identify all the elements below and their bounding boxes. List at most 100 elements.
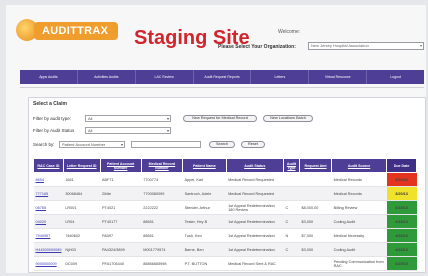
divider: [20, 87, 424, 88]
search-button[interactable]: Search: [209, 141, 235, 148]
nav-letters[interactable]: Letters: [251, 70, 310, 84]
welcome-text: Welcome:: [278, 29, 301, 35]
page: AUDITTRAX Staging Site Welcome: Please S…: [6, 5, 426, 273]
rac-case-id-cell[interactable]: 9000000009: [33, 256, 64, 271]
table-row[interactable]: 9000000009 DC009 PFA1706440 88866665998 P.T.…: [33, 256, 417, 271]
due-date-cell: 3/20/13: [386, 172, 417, 187]
request-amount-cell: [299, 256, 332, 271]
search-by-value: Patient Account Number: [62, 142, 106, 147]
due-date-cell: 4/29/13: [386, 256, 417, 271]
table-row[interactable]: 06765 LR001 PT4021 2222222 Stender, Arthur 1s…: [33, 200, 417, 215]
patient-name-cell: Barne, Ben: [182, 242, 227, 257]
table-row[interactable]: 777165 30068464 2ll4te 7700080099 Santroch, …: [33, 186, 417, 201]
due-date-cell: 3/20/13: [386, 186, 417, 201]
request-amount-cell: [299, 172, 332, 187]
request-amount-cell: $3,000: [299, 242, 332, 257]
org-select-label: Please Select Your Organization:: [218, 44, 296, 50]
audit-status-cell: 1st Appeal Redetermination: [226, 214, 284, 229]
medical-record-number-cell: 2222222: [141, 200, 183, 215]
request-amount-cell: $8,000.00: [299, 200, 332, 215]
patient-name-cell: Tester, Hey B: [182, 214, 227, 229]
letter-request-id-cell: NjH03: [63, 242, 100, 257]
audit-type-filter-select[interactable]: All ▾: [85, 115, 171, 122]
patient-account-number-cell: PT40177: [100, 214, 142, 229]
medical-record-number-cell: 88866665998: [141, 256, 183, 271]
nav-virtual-resource[interactable]: Virtual Resource: [309, 70, 368, 84]
audit-source-cell: Coding Audit: [331, 242, 387, 257]
logo-text: AUDITTRAX: [34, 22, 118, 40]
letter-request-id-cell: 30068464: [63, 186, 100, 201]
rac-case-id-cell[interactable]: 7940957: [33, 228, 64, 243]
patient-account-number-cell: PA4324/3899: [100, 242, 142, 257]
medical-record-number-cell: 7700774: [141, 172, 183, 187]
audittrax-logo[interactable]: AUDITTRAX: [16, 17, 118, 45]
col-header-letter-request-id[interactable]: Letter Request ID: [62, 158, 101, 173]
new-locations-batch-button[interactable]: New Locations Batch: [263, 115, 313, 122]
patient-account-number-cell: PFA1706440: [100, 256, 142, 271]
rac-case-id-cell[interactable]: 777165: [33, 186, 64, 201]
chevron-down-icon: ▾: [419, 43, 422, 48]
table-row[interactable]: H44500009089 NjH03 PA4324/3899 M001779574 Ba…: [33, 242, 417, 257]
search-by-select[interactable]: Patient Account Number ▾: [59, 141, 125, 148]
audit-type-filter-value: All: [88, 116, 93, 121]
audit-type-cell: C: [283, 200, 300, 215]
audit-status-cell: Medical Record Sent & RAC: [226, 256, 284, 271]
chevron-down-icon: ▾: [166, 116, 169, 121]
audit-type-filter-label: Filter by audit type:: [33, 116, 72, 121]
nav-activities-audits[interactable]: Activities Audits: [78, 70, 136, 84]
medical-record-number-cell: M001779574: [141, 242, 183, 257]
col-header-medical-record[interactable]: Medical Record Number: [140, 158, 184, 173]
patient-name-cell: Tush, Ken: [182, 228, 227, 243]
new-request-medical-record-button[interactable]: New Request for Medical Record: [183, 115, 257, 122]
col-header-audit-status[interactable]: Audit Status: [225, 158, 284, 173]
due-date-cell: 4/26/13: [386, 228, 417, 243]
audit-status-cell: 1st Appeal Redetermination 180 Review: [226, 200, 284, 215]
audit-status-filter-value: All: [88, 128, 93, 133]
letter-request-id-cell: LR04: [63, 214, 100, 229]
col-header-audit-source[interactable]: Audit Source: [331, 158, 388, 173]
audit-type-cell: C: [283, 214, 300, 229]
rac-case-id-cell[interactable]: 06765: [33, 200, 64, 215]
audit-status-filter-select[interactable]: All ▾: [85, 127, 171, 134]
audit-source-cell: Coding Audit: [331, 214, 387, 229]
search-input[interactable]: [131, 141, 201, 148]
nav-audit-request-reports[interactable]: Audit Request Reports: [194, 70, 252, 84]
due-date-cell: 4/26/13: [386, 242, 417, 257]
table-row[interactable]: 7940957 7460602 PA097 88651 Tush, Ken 1st App…: [33, 228, 417, 243]
chevron-down-icon: ▾: [120, 142, 123, 147]
patient-account-number-cell: PT4021: [100, 200, 142, 215]
col-header-patient-name[interactable]: Patient Name: [182, 158, 227, 173]
rac-case-id-cell[interactable]: 8654: [33, 172, 64, 187]
rac-case-id-cell[interactable]: 04020: [33, 214, 64, 229]
table-row[interactable]: 04020 LR04 PT40177 88651 Tester, Hey B 1st Ap…: [33, 214, 417, 229]
nav-lac-review[interactable]: LAC Review: [136, 70, 194, 84]
col-header-rac-case-id[interactable]: RAC Case ID: [33, 158, 64, 173]
nav-apps-audits[interactable]: Apps Audits: [20, 70, 78, 84]
reset-button[interactable]: Reset: [241, 141, 265, 148]
letter-request-id-cell: 7460602: [63, 228, 100, 243]
medical-record-number-cell: 88651: [141, 214, 183, 229]
medical-record-number-cell: 7700080099: [141, 186, 183, 201]
due-date-cell: 4/15/13: [386, 214, 417, 229]
audit-status-cell: Medical Record Requested: [226, 172, 284, 187]
audit-status-cell: Medical Record Requested: [226, 186, 284, 201]
patient-account-number-cell: PA097: [100, 228, 142, 243]
audit-status-cell: 1st Appeal Redetermination: [226, 228, 284, 243]
nav-logout[interactable]: Logout: [367, 70, 424, 84]
col-header-request-amt[interactable]: Request Amt: [298, 158, 333, 173]
patient-name-cell: Appel, Karl: [182, 172, 227, 187]
search-by-label: Search by:: [33, 142, 55, 147]
col-header-patient-account[interactable]: Patient Account Number: [99, 158, 142, 173]
audit-source-cell: Billing Review: [331, 200, 387, 215]
panel-title: Select a Claim: [33, 101, 67, 107]
claims-panel: Select a Claim Filter by audit type: All…: [28, 97, 426, 273]
patient-name-cell: Stender, Arthur: [182, 200, 227, 215]
chevron-down-icon: ▾: [166, 128, 169, 133]
org-select[interactable]: New Jersey Hospital Association ▾: [308, 42, 424, 50]
col-header-audit-type[interactable]: Audit Type: [282, 158, 301, 173]
rac-case-id-cell[interactable]: H44500009089: [33, 242, 64, 257]
org-select-value: New Jersey Hospital Association: [311, 43, 369, 48]
col-header-due-date[interactable]: Due Date: [386, 158, 417, 173]
table-row[interactable]: 8654 1661 ABF71 7700774 Appel, Karl Medical R…: [33, 172, 417, 187]
patient-account-number-cell: ABF71: [100, 172, 142, 187]
